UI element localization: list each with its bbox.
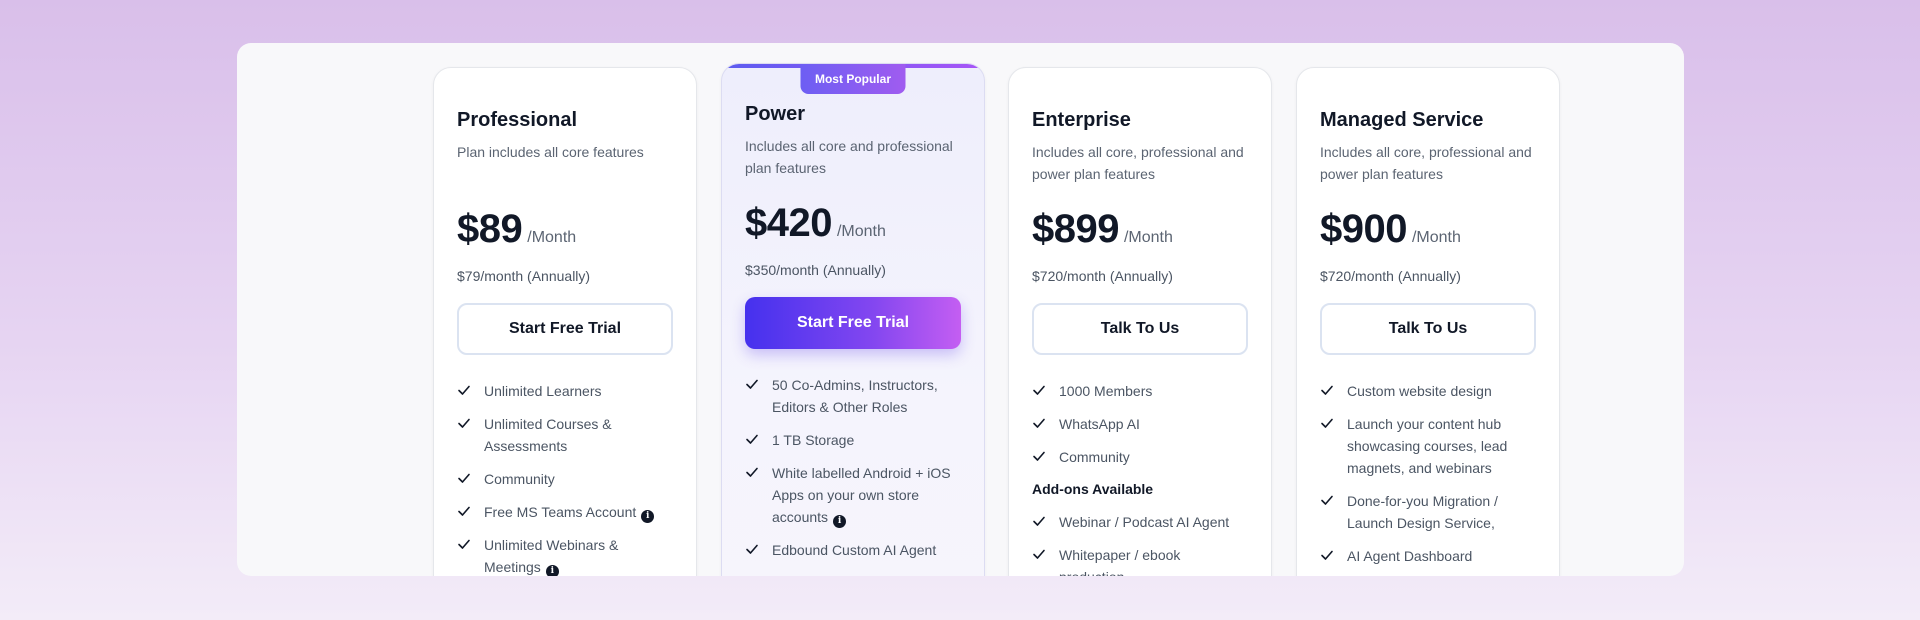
feature-list: 50 Co-Admins, Instructors, Editors & Oth… [745, 374, 961, 561]
price-row: $89 /Month [457, 207, 673, 262]
feature-item: White labelled Android + iOS Apps on you… [745, 462, 961, 528]
price-row: $899 /Month [1032, 207, 1248, 262]
feature-text: Community [484, 471, 555, 487]
feature-item: Free MS Teams Account i [457, 501, 673, 523]
feature-item: WhatsApp AI [1032, 413, 1248, 435]
feature-item: 1000 Members [1032, 380, 1248, 402]
most-popular-badge: Most Popular [800, 64, 906, 94]
plan-price: $420 [745, 201, 832, 245]
feature-list: Custom website design Launch your conten… [1320, 380, 1536, 567]
check-icon [1033, 385, 1045, 395]
check-icon [458, 418, 470, 428]
price-period: /Month [1411, 229, 1461, 246]
price-row: $900 /Month [1320, 207, 1536, 262]
check-icon [1321, 550, 1333, 560]
info-icon[interactable]: i [545, 565, 559, 576]
plan-card-managed-service: Managed Service Includes all core, profe… [1296, 67, 1560, 576]
check-icon [1321, 385, 1333, 395]
price-period: /Month [836, 223, 886, 240]
check-icon [746, 467, 758, 477]
check-icon [1321, 495, 1333, 505]
feature-item: Community [457, 468, 673, 490]
plan-name: Managed Service [1320, 109, 1484, 131]
annual-price: $720/month (Annually) [1032, 268, 1173, 284]
feature-text: Unlimited Learners [484, 383, 602, 399]
plan-name: Enterprise [1032, 109, 1131, 131]
info-icon[interactable]: i [641, 510, 655, 523]
check-icon [1321, 418, 1333, 428]
check-icon [1033, 418, 1045, 428]
plan-description: Includes all core, professional and powe… [1032, 144, 1244, 182]
annual-price: $350/month (Annually) [745, 262, 886, 278]
plan-card-professional: Professional Plan includes all core feat… [433, 67, 697, 576]
price-row: $420 /Month [745, 201, 961, 256]
check-icon [458, 539, 470, 549]
feature-text: Unlimited Courses & Assessments [484, 416, 612, 454]
feature-item: Community [1032, 446, 1248, 468]
price-period: /Month [1123, 229, 1173, 246]
price-period: /Month [527, 229, 577, 246]
feature-text: Edbound Custom AI Agent [772, 542, 937, 558]
feature-label: White labelled Android + iOS Apps on you… [772, 465, 951, 525]
feature-item: Launch your content hub showcasing cours… [1320, 413, 1536, 479]
feature-text: Done-for-you Migration / Launch Design S… [1347, 493, 1498, 531]
feature-text: 1 TB Storage [772, 432, 855, 448]
plan-card-power: Most Popular Power Includes all core and… [721, 63, 985, 576]
feature-text: 50 Co-Admins, Instructors, Editors & Oth… [772, 377, 938, 415]
check-icon [746, 379, 758, 389]
feature-text: WhatsApp AI [1059, 416, 1140, 432]
feature-item: 50 Co-Admins, Instructors, Editors & Oth… [745, 374, 961, 418]
feature-text: Launch your content hub showcasing cours… [1347, 416, 1508, 476]
plan-name: Professional [457, 109, 578, 131]
addon-item: Whitepaper / ebook production [1032, 544, 1248, 576]
addons-heading: Add-ons Available [1032, 481, 1154, 497]
check-icon [1033, 451, 1045, 461]
plan-description: Includes all core, professional and powe… [1320, 144, 1532, 182]
check-icon [458, 385, 470, 395]
feature-text: White labelled Android + iOS Apps on you… [772, 462, 952, 528]
info-icon[interactable]: i [833, 515, 847, 528]
feature-text: 1000 Members [1059, 383, 1153, 399]
feature-item: Custom website design [1320, 380, 1536, 402]
check-icon [746, 544, 758, 554]
plan-description: Plan includes all core features [457, 144, 644, 160]
annual-price: $79/month (Annually) [457, 268, 591, 284]
feature-item: Edbound Custom AI Agent [745, 539, 961, 561]
check-icon [746, 434, 758, 444]
plan-price: $900 [1320, 207, 1407, 251]
talk-to-us-button[interactable]: Talk To Us [1320, 303, 1536, 355]
talk-to-us-button[interactable]: Talk To Us [1032, 303, 1248, 355]
feature-list: Unlimited Learners Unlimited Courses & A… [457, 380, 673, 576]
plan-price: $89 [457, 207, 523, 251]
feature-text: Community [1059, 449, 1130, 465]
feature-item: Unlimited Learners [457, 380, 673, 402]
check-icon [458, 506, 470, 516]
feature-item: Done-for-you Migration / Launch Design S… [1320, 490, 1536, 534]
plan-card-enterprise: Enterprise Includes all core, profession… [1008, 67, 1272, 576]
feature-item: Unlimited Courses & Assessments [457, 413, 673, 457]
feature-text: AI Agent Dashboard [1347, 548, 1473, 564]
feature-text: Unlimited Webinars & Meetings i [484, 534, 664, 576]
feature-text: Free MS Teams Account i [484, 501, 664, 523]
feature-item: 1 TB Storage [745, 429, 961, 451]
annual-price: $720/month (Annually) [1320, 268, 1461, 284]
feature-list: 1000 Members WhatsApp AI Community [1032, 380, 1248, 468]
feature-item: Unlimited Webinars & Meetings i [457, 534, 673, 576]
check-icon [1033, 549, 1045, 559]
check-icon [458, 473, 470, 483]
feature-item: AI Agent Dashboard [1320, 545, 1536, 567]
feature-text: Custom website design [1347, 383, 1492, 399]
addon-list: Webinar / Podcast AI Agent Whitepaper / … [1032, 511, 1248, 576]
feature-label: Free MS Teams Account [484, 504, 637, 520]
plan-name: Power [745, 103, 806, 125]
plan-description: Includes all core and professional plan … [745, 138, 953, 176]
addon-text: Whitepaper / ebook production [1059, 547, 1181, 576]
start-free-trial-button[interactable]: Start Free Trial [745, 297, 961, 349]
plan-price: $899 [1032, 207, 1119, 251]
pricing-panel: Professional Plan includes all core feat… [237, 43, 1684, 576]
addon-text: Webinar / Podcast AI Agent [1059, 514, 1230, 530]
addon-item: Webinar / Podcast AI Agent [1032, 511, 1248, 533]
check-icon [1033, 516, 1045, 526]
start-free-trial-button[interactable]: Start Free Trial [457, 303, 673, 355]
